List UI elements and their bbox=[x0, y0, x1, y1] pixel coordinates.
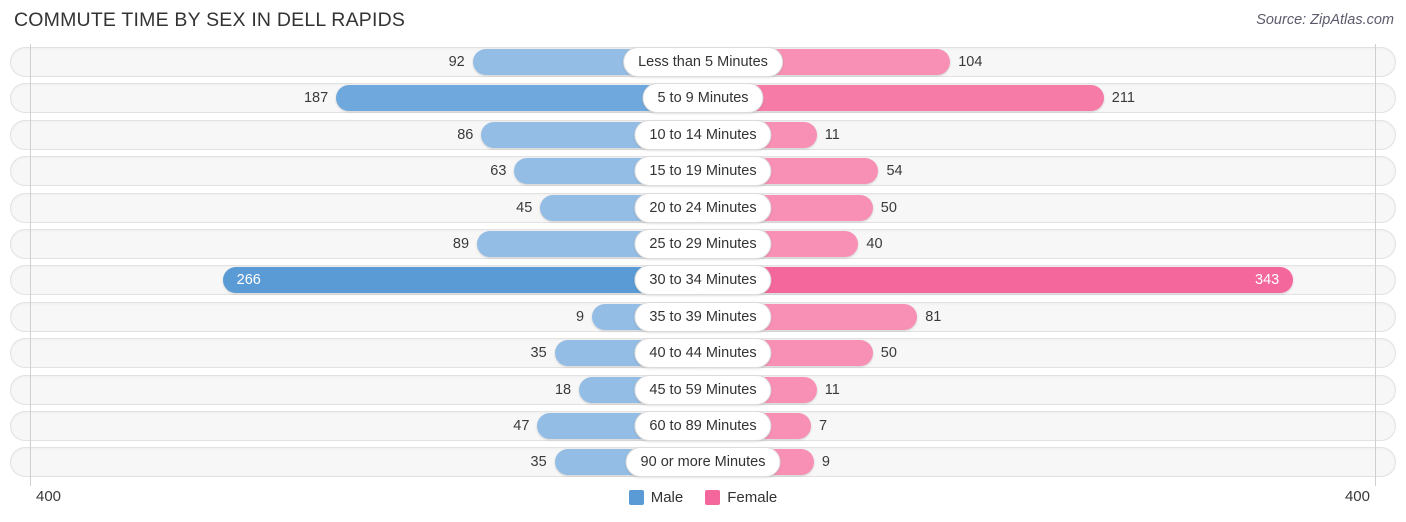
commute-time-diverging-bar-chart: COMMUTE TIME BY SEX IN DELL RAPIDS Sourc… bbox=[0, 0, 1406, 522]
table-row[interactable]: 86 11 10 to 14 Minutes bbox=[0, 117, 1406, 153]
bar-value-male: 9 bbox=[575, 308, 585, 325]
bar-value-female: 11 bbox=[824, 126, 840, 143]
table-row[interactable]: 45 50 20 to 24 Minutes bbox=[0, 190, 1406, 226]
row-bars: 92 104 Less than 5 Minutes bbox=[0, 47, 1406, 77]
bar-value-male: 92 bbox=[448, 54, 465, 70]
table-row[interactable]: 92 104 Less than 5 Minutes bbox=[0, 44, 1406, 80]
legend-swatch-female-icon bbox=[705, 490, 721, 505]
bar-female[interactable] bbox=[703, 267, 1294, 294]
chart-header: COMMUTE TIME BY SEX IN DELL RAPIDS Sourc… bbox=[0, 0, 1406, 44]
bar-value-female: 9 bbox=[821, 454, 830, 471]
table-row[interactable]: 89 40 25 to 29 Minutes bbox=[0, 226, 1406, 262]
bar-value-male: 35 bbox=[530, 345, 547, 362]
row-bars: 18 11 45 to 59 Minutes bbox=[0, 374, 1406, 405]
row-bars: 9 81 35 to 39 Minutes bbox=[0, 301, 1406, 332]
row-bars: 89 40 25 to 29 Minutes bbox=[0, 228, 1406, 259]
bar-value-female: 54 bbox=[886, 163, 903, 180]
bar-value-male: 18 bbox=[554, 381, 572, 398]
row-bars: 187 211 5 to 9 Minutes bbox=[0, 83, 1406, 114]
category-label-pill: 20 to 24 Minutes bbox=[634, 192, 772, 223]
category-label-pill: 35 to 39 Minutes bbox=[634, 301, 772, 332]
legend-item-male[interactable]: Male bbox=[628, 489, 684, 506]
bar-value-male: 86 bbox=[457, 126, 474, 143]
category-label-pill: 40 to 44 Minutes bbox=[634, 338, 772, 369]
bar-value-male: 45 bbox=[516, 199, 533, 216]
row-bars: 45 50 20 to 24 Minutes bbox=[0, 192, 1406, 223]
category-label-pill: 5 to 9 Minutes bbox=[642, 83, 764, 114]
bar-value-female: 81 bbox=[925, 308, 942, 325]
bar-male[interactable] bbox=[222, 267, 703, 294]
category-label-pill: 45 to 59 Minutes bbox=[634, 374, 772, 405]
page-title: COMMUTE TIME BY SEX IN DELL RAPIDS bbox=[14, 9, 406, 31]
bar-value-male: 266 bbox=[236, 272, 261, 289]
category-label-pill: 30 to 34 Minutes bbox=[634, 265, 772, 296]
bar-value-female: 7 bbox=[819, 417, 828, 434]
source-attribution: Source: ZipAtlas.com bbox=[1256, 12, 1394, 28]
bar-value-female: 343 bbox=[1255, 272, 1280, 289]
table-row[interactable]: 35 50 40 to 44 Minutes bbox=[0, 335, 1406, 371]
table-row[interactable]: 18 11 45 to 59 Minutes bbox=[0, 372, 1406, 408]
table-row[interactable]: 187 211 5 to 9 Minutes bbox=[0, 80, 1406, 116]
category-label-pill: 10 to 14 Minutes bbox=[634, 119, 772, 150]
legend: Male Female bbox=[0, 489, 1406, 506]
bar-value-male: 47 bbox=[513, 417, 530, 434]
category-label-pill: 25 to 29 Minutes bbox=[634, 228, 772, 259]
bar-value-female: 40 bbox=[866, 235, 883, 252]
chart-footer: 400 400 Male Female bbox=[0, 486, 1406, 522]
legend-label-male: Male bbox=[650, 489, 684, 506]
bar-value-female: 211 bbox=[1111, 90, 1135, 107]
bar-value-female: 11 bbox=[824, 381, 840, 398]
row-bars: 35 50 40 to 44 Minutes bbox=[0, 338, 1406, 369]
bar-value-male: 187 bbox=[303, 90, 329, 107]
bar-value-female: 104 bbox=[958, 54, 983, 70]
row-bars: 86 11 10 to 14 Minutes bbox=[0, 119, 1406, 150]
row-bars: 266 343 30 to 34 Minutes bbox=[0, 265, 1406, 296]
bar-value-female: 50 bbox=[880, 199, 897, 216]
row-bars: 35 9 90 or more Minutes bbox=[0, 447, 1406, 478]
category-label-pill: 60 to 89 Minutes bbox=[634, 410, 772, 441]
table-row[interactable]: 47 7 60 to 89 Minutes bbox=[0, 408, 1406, 444]
category-label-pill: 90 or more Minutes bbox=[625, 447, 781, 478]
bar-rows: 92 104 Less than 5 Minutes 187 211 5 to 9 Min… bbox=[0, 44, 1406, 481]
bar-value-male: 89 bbox=[452, 235, 470, 252]
row-bars: 63 54 15 to 19 Minutes bbox=[0, 156, 1406, 187]
category-label-pill: 15 to 19 Minutes bbox=[634, 156, 772, 187]
bar-value-female: 50 bbox=[880, 345, 897, 362]
row-bars: 47 7 60 to 89 Minutes bbox=[0, 410, 1406, 441]
table-row[interactable]: 35 9 90 or more Minutes bbox=[0, 444, 1406, 480]
legend-label-female: Female bbox=[727, 489, 778, 506]
legend-item-female[interactable]: Female bbox=[705, 489, 777, 506]
table-row[interactable]: 63 54 15 to 19 Minutes bbox=[0, 153, 1406, 189]
bar-value-male: 35 bbox=[530, 454, 547, 471]
table-row[interactable]: 266 343 30 to 34 Minutes bbox=[0, 262, 1406, 298]
bar-value-male: 63 bbox=[490, 163, 507, 180]
legend-swatch-male-icon bbox=[628, 490, 644, 505]
plot-area: 92 104 Less than 5 Minutes 187 211 5 to 9 Min… bbox=[0, 44, 1406, 486]
table-row[interactable]: 9 81 35 to 39 Minutes bbox=[0, 299, 1406, 335]
category-label-pill: Less than 5 Minutes bbox=[623, 47, 783, 77]
